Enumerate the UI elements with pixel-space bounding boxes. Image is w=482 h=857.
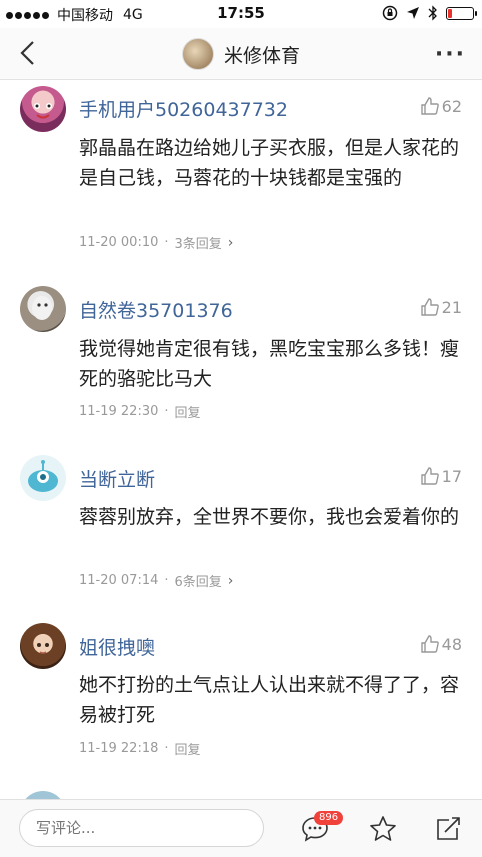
- like-button[interactable]: 48: [420, 634, 462, 654]
- status-right: [382, 5, 477, 21]
- comment-meta: 11-20 00:10 · 3条回复 ›: [79, 233, 234, 253]
- more-options-button[interactable]: ···: [435, 42, 466, 67]
- reply-link[interactable]: 回复: [175, 739, 201, 758]
- comment-meta: 11-19 22:30 · 回复: [79, 402, 201, 421]
- comment-input[interactable]: [19, 809, 264, 847]
- star-icon[interactable]: [368, 814, 398, 844]
- comment-username[interactable]: 手机用户50260437732: [79, 95, 288, 122]
- reply-link[interactable]: 6条回复: [175, 571, 222, 590]
- comment-text: 她不打扮的土气点让人认出来就不得了了，容易被打死: [79, 674, 460, 726]
- thumbs-up-icon: [420, 635, 439, 653]
- avatar[interactable]: [20, 86, 66, 132]
- like-count: 48: [441, 634, 462, 654]
- battery-icon: [446, 6, 477, 20]
- nav-bar: 米修体育 ···: [0, 28, 482, 80]
- like-button[interactable]: 62: [420, 96, 462, 116]
- avatar[interactable]: [20, 286, 66, 332]
- bluetooth-icon: [428, 5, 437, 21]
- comment-time: 11-19 22:30: [79, 404, 159, 419]
- comment-time: 11-19 22:18: [79, 741, 159, 756]
- rotation-lock-icon: [382, 5, 398, 21]
- channel-avatar: [181, 38, 214, 70]
- comment-text: 我觉得她肯定很有钱，黑吃宝宝那么多钱！瘦死的骆驼比马大: [79, 338, 460, 390]
- comment-username[interactable]: 姐很拽噢: [79, 633, 155, 660]
- comment-meta: 11-19 22:18 · 回复: [79, 739, 201, 758]
- comment-count-badge: 896: [314, 811, 344, 825]
- comment-list[interactable]: 手机用户50260437732 62 郭晶晶在路边给她儿子买衣服，但是人家花的是…: [0, 81, 482, 799]
- comment-text: 蓉蓉别放弃，全世界不要你，我也会爱着你的: [79, 506, 460, 528]
- avatar[interactable]: [20, 455, 66, 501]
- page-title: 米修体育: [223, 44, 300, 67]
- chevron-right-icon[interactable]: ›: [228, 573, 234, 589]
- comment-username[interactable]: 当断立断: [79, 465, 155, 492]
- comment-username[interactable]: 自然卷35701376: [79, 296, 233, 323]
- thumbs-up-icon: [420, 298, 439, 316]
- share-icon[interactable]: [433, 814, 463, 844]
- bottom-bar: 896: [0, 799, 482, 857]
- avatar[interactable]: [20, 791, 66, 799]
- reply-link[interactable]: 回复: [175, 402, 201, 421]
- comment-meta: 11-20 07:14 · 6条回复 ›: [79, 571, 234, 591]
- like-count: 17: [441, 466, 462, 486]
- avatar[interactable]: [20, 623, 66, 669]
- reply-link[interactable]: 3条回复: [175, 233, 222, 252]
- comment-text: 郭晶晶在路边给她儿子买衣服，但是人家花的是自己钱，马蓉花的十块钱都是宝强的: [79, 137, 460, 189]
- like-count: 21: [441, 297, 462, 317]
- like-button[interactable]: 17: [420, 466, 462, 486]
- comment-time: 11-20 00:10: [79, 235, 159, 250]
- like-button[interactable]: 21: [420, 297, 462, 317]
- chevron-right-icon[interactable]: ›: [228, 235, 234, 251]
- thumbs-up-icon: [420, 97, 439, 115]
- location-arrow-icon: [407, 7, 419, 19]
- status-bar: 中国移动 4G 17:55: [0, 0, 482, 28]
- nav-center: 米修体育: [0, 38, 482, 70]
- like-count: 62: [441, 96, 462, 116]
- thumbs-up-icon: [420, 467, 439, 485]
- comment-time: 11-20 07:14: [79, 573, 159, 588]
